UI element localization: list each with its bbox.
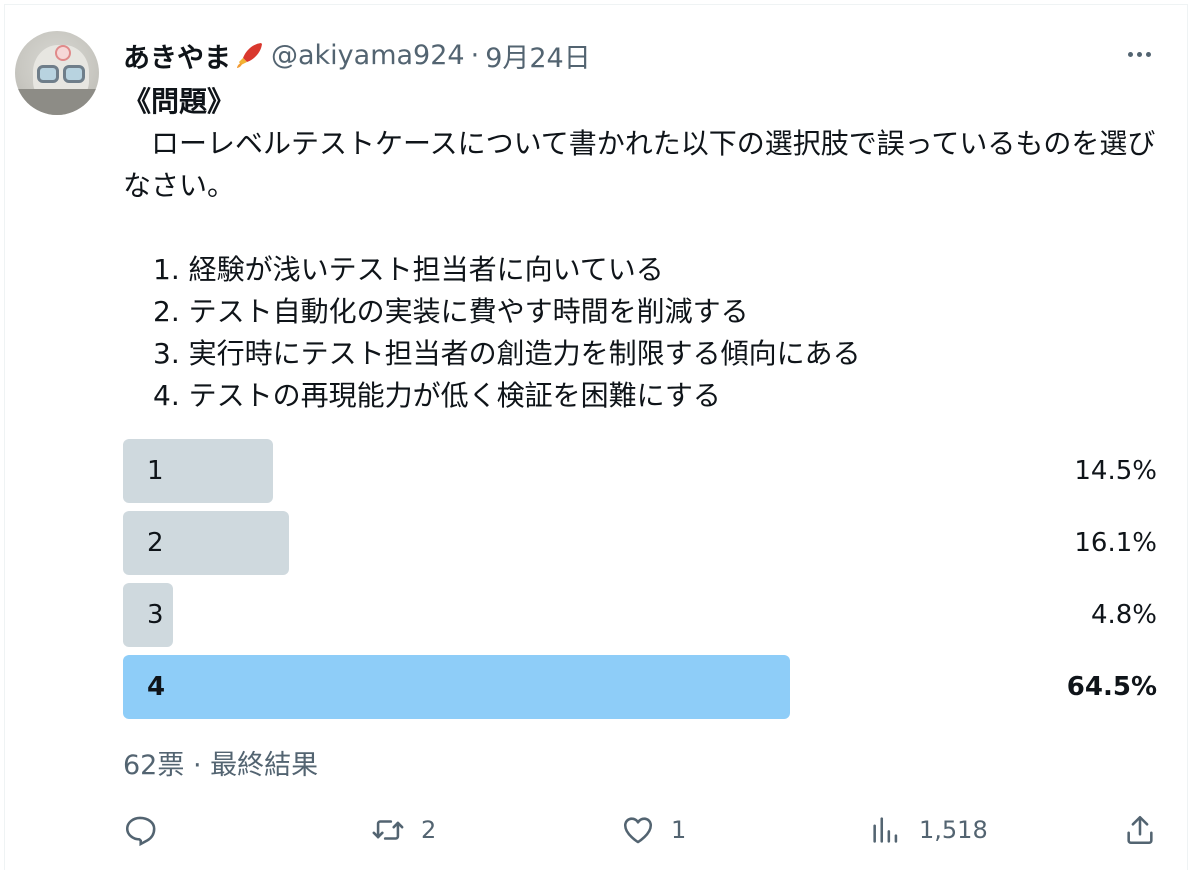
action-bar: 2 1 1,518 xyxy=(123,805,1157,855)
poll-choice: 2 16.1% xyxy=(123,511,1157,575)
retweet-icon xyxy=(372,820,404,840)
poll-choice-label: 4 xyxy=(147,672,166,702)
share-button[interactable] xyxy=(1123,805,1157,855)
avatar-badge xyxy=(55,45,71,61)
question-text: ローレベルテストケースについて書かれた以下の選択肢で誤っているものを選びなさい。 xyxy=(123,127,1156,202)
views-icon xyxy=(873,817,898,843)
option-item: 3. 実行時にテスト担当者の創造力を制限する傾向にある xyxy=(153,337,861,370)
poll-bar xyxy=(123,655,790,719)
poll-choice: 4 64.5% xyxy=(123,655,1157,719)
poll-choice-label: 2 xyxy=(147,528,164,558)
poll-choice-label: 1 xyxy=(147,456,164,486)
more-options-icon[interactable] xyxy=(1119,39,1159,69)
poll-choice-percent: 16.1% xyxy=(1074,528,1157,558)
avatar-glass-left xyxy=(37,65,59,83)
option-list: 1. 経験が浅いテスト担当者に向いている 2. テスト自動化の実装に費やす時間を… xyxy=(123,249,1163,417)
option-item: 1. 経験が浅いテスト担当者に向いている xyxy=(153,253,664,286)
option-item: 2. テスト自動化の実装に費やす時間を削減する xyxy=(153,295,749,328)
poll-choice-percent: 64.5% xyxy=(1066,672,1157,702)
reply-icon xyxy=(125,816,156,847)
poll-choice-percent: 4.8% xyxy=(1090,600,1157,630)
poll-bar xyxy=(123,439,273,503)
like-count: 1 xyxy=(671,816,687,844)
reply-button[interactable] xyxy=(123,805,157,855)
header-separator: · xyxy=(470,39,480,71)
poll-choice: 1 14.5% xyxy=(123,439,1157,503)
like-button[interactable]: 1 xyxy=(621,805,686,855)
retweet-count: 2 xyxy=(421,816,437,844)
avatar-shade xyxy=(15,89,99,115)
heart-icon xyxy=(623,817,653,844)
author-handle[interactable]: @akiyama924 xyxy=(271,40,465,71)
views-count: 1,518 xyxy=(919,816,988,844)
views-button[interactable]: 1,518 xyxy=(869,805,988,855)
post-body: 《問題》 ローレベルテストケースについて書かれた以下の選択肢で誤っているものを選… xyxy=(123,81,1163,417)
option-item: 4. テストの再現能力が低く検証を困難にする xyxy=(153,379,721,412)
poll-meta: 62票 · 最終結果 xyxy=(123,750,319,781)
poll-choice: 3 4.8% xyxy=(123,583,1157,647)
post-date[interactable]: 9月24日 xyxy=(485,36,591,75)
share-icon xyxy=(1127,815,1153,845)
author-name[interactable]: あきやま xyxy=(123,36,231,75)
tweet-card[interactable]: あきやま @akiyama924 · 9月24日 《問題》 ローレベルテストケー… xyxy=(4,4,1188,870)
poll-choice-percent: 14.5% xyxy=(1074,456,1157,486)
avatar[interactable] xyxy=(15,31,99,115)
rocket-icon xyxy=(235,40,265,70)
poll: 1 14.5% 2 16.1% 3 4.8% 4 64.5% xyxy=(123,439,1157,727)
tweet-header: あきやま @akiyama924 · 9月24日 xyxy=(123,35,591,75)
question-title: 《問題》 xyxy=(123,85,236,118)
poll-choice-label: 3 xyxy=(147,600,164,630)
retweet-button[interactable]: 2 xyxy=(371,805,436,855)
avatar-glass-right xyxy=(63,65,85,83)
